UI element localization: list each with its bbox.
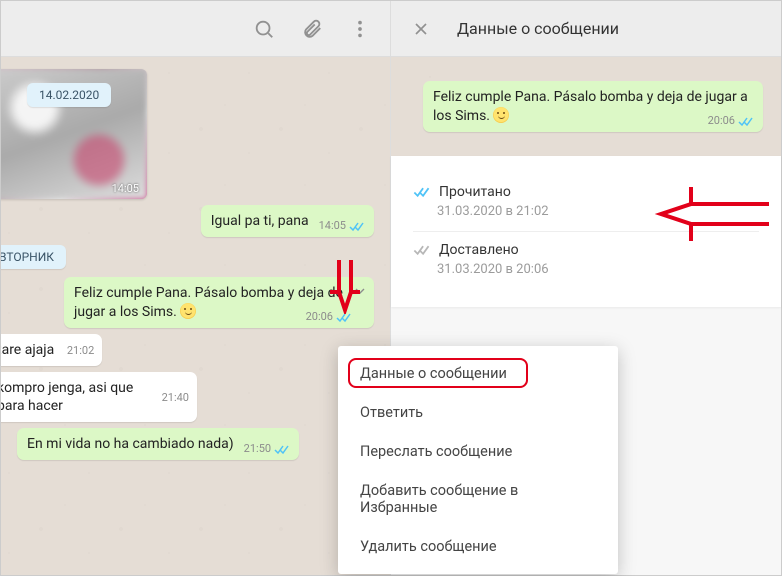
read-timestamp: 31.03.2020 в 21:02 [437, 204, 759, 219]
search-icon[interactable] [252, 17, 276, 41]
message-time: 14:05 [319, 219, 346, 234]
double-check-icon [349, 221, 365, 232]
date-badge: 14.02.2020 [27, 83, 111, 107]
message-time: 21:02 [67, 341, 94, 362]
read-label: Прочитано [439, 184, 511, 200]
read-status-row: Прочитано 31.03.2020 в 21:02 [413, 174, 759, 231]
info-message-preview: Feliz cumple Pana. Pásalo bomba y deja d… [391, 57, 781, 156]
message-row: Igual pa ti, pana 14:05 [17, 205, 374, 237]
menu-icon[interactable] [348, 17, 372, 41]
double-check-icon [336, 312, 352, 323]
delivered-label: Доставлено [439, 242, 519, 258]
message-row: kompro jenga, asi que para hacer 21:40 [1, 372, 374, 423]
context-menu: Данные о сообщении Ответить Переслать со… [338, 346, 618, 574]
double-check-icon [274, 444, 290, 455]
close-icon[interactable] [409, 17, 433, 41]
outgoing-bubble[interactable]: En mi vida no ha cambiado nada) 21:50 [17, 428, 299, 460]
message-text: Igual pa ti, pana [211, 213, 309, 229]
menu-item-forward[interactable]: Переслать сообщение [338, 432, 618, 471]
outgoing-bubble[interactable]: Feliz cumple Pana. Pásalo bomba y deja d… [64, 277, 374, 328]
menu-item-star[interactable]: Добавить сообщение в Избранные [338, 471, 618, 527]
menu-item-message-info[interactable]: Данные о сообщении [338, 354, 618, 393]
outgoing-bubble: Feliz cumple Pana. Pásalo bomba y deja d… [423, 81, 763, 132]
delivered-status-row: Доставлено 31.03.2020 в 20:06 [413, 231, 759, 289]
message-text: En mi vida no ha cambiado nada) [27, 436, 234, 452]
delivered-ticks-icon [413, 244, 431, 256]
double-check-icon [738, 116, 754, 127]
menu-item-reply[interactable]: Ответить [338, 393, 618, 432]
chat-body: 14.02.2020 14:05 Igual pa ti, pana 14:05… [1, 57, 390, 575]
attach-icon[interactable] [300, 17, 324, 41]
menu-item-delete[interactable]: Удалить сообщение [338, 527, 618, 566]
message-text: tare ajaja [1, 342, 54, 358]
smile-emoji [493, 107, 509, 123]
message-row: Feliz cumple Pana. Pásalo bomba y deja d… [17, 277, 374, 328]
delivered-timestamp: 31.03.2020 в 20:06 [437, 262, 759, 277]
day-badge: ВТОРНИК [1, 245, 66, 269]
message-text: Feliz cumple Pana. Pásalo bomba y deja d… [74, 285, 343, 320]
message-time: 21:50 [244, 442, 271, 457]
info-title: Данные о сообщении [457, 19, 619, 38]
media-timestamp: 14:05 [112, 182, 139, 195]
delivery-info-card: Прочитано 31.03.2020 в 21:02 Доставлено … [391, 156, 781, 307]
outgoing-bubble[interactable]: Igual pa ti, pana 14:05 [201, 205, 374, 237]
smile-emoji [180, 303, 196, 319]
message-text: kompro jenga, asi que para hacer [1, 380, 133, 415]
chevron-down-icon[interactable] [352, 283, 368, 305]
message-time: 21:40 [162, 379, 189, 419]
message-row: tare ajaja 21:02 [1, 334, 374, 366]
read-ticks-icon [413, 186, 431, 198]
chat-pane: 14.02.2020 14:05 Igual pa ti, pana 14:05… [1, 1, 391, 575]
chat-header [1, 1, 390, 57]
message-text: Feliz cumple Pana. Pásalo bomba y deja d… [433, 89, 748, 124]
media-thumbnail[interactable]: 14.02.2020 14:05 [1, 69, 147, 199]
incoming-bubble[interactable]: tare ajaja 21:02 [1, 334, 102, 366]
incoming-bubble[interactable]: kompro jenga, asi que para hacer 21:40 [1, 372, 197, 423]
message-time: 20:06 [708, 114, 735, 129]
message-time: 20:06 [306, 310, 333, 325]
message-row: En mi vida no ha cambiado nada) 21:50 [17, 428, 374, 460]
info-header: Данные о сообщении [391, 1, 781, 57]
app-frame: 14.02.2020 14:05 Igual pa ti, pana 14:05… [0, 0, 782, 576]
